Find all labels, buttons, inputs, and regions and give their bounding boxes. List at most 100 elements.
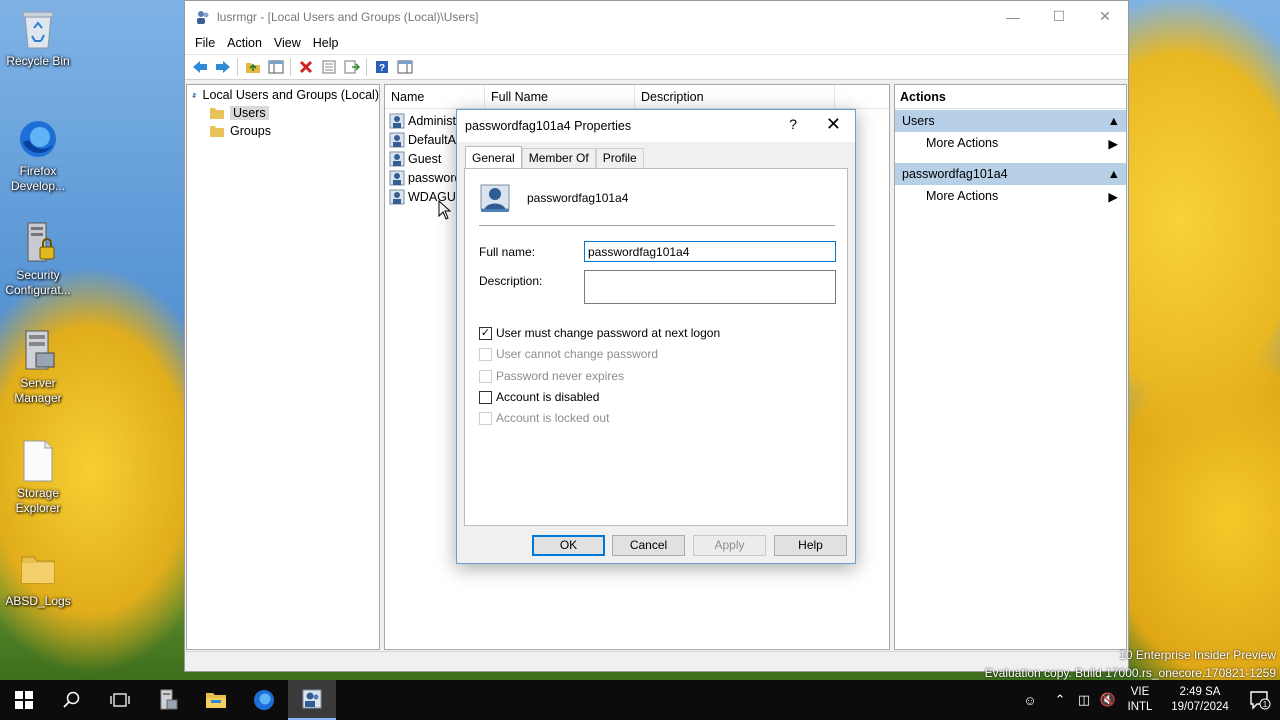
mouse-cursor-icon [438, 200, 452, 220]
collapse-up-icon[interactable]: ▲ [1108, 114, 1120, 128]
taskbar-server-manager[interactable] [144, 680, 192, 720]
tree-item-groups[interactable]: Groups [187, 122, 379, 140]
apply-button: Apply [693, 535, 766, 556]
must-change-password-checkbox[interactable]: ✓ User must change password at next logo… [479, 326, 720, 340]
checkbox-checked[interactable]: ✓ [479, 326, 492, 340]
show-hide-tree-icon[interactable] [264, 56, 287, 78]
submenu-arrow-icon: ▶ [1108, 189, 1118, 204]
task-view-button[interactable] [96, 680, 144, 720]
context-help-button[interactable]: ? [789, 116, 797, 132]
tab-general[interactable]: General [465, 146, 522, 168]
cannot-change-password-checkbox: User cannot change password [479, 347, 658, 361]
forward-arrow-icon[interactable] [211, 56, 234, 78]
account-disabled-checkbox[interactable]: Account is disabled [479, 390, 599, 404]
firefox-icon [254, 690, 274, 710]
action-more-actions[interactable]: More Actions ▶ [895, 132, 1126, 154]
actions-section-users[interactable]: Users ▲ [895, 110, 1126, 132]
show-hidden-icons-chevron-icon[interactable]: ⌃ [1048, 692, 1072, 708]
help-icon[interactable]: ? [370, 56, 393, 78]
users-app-icon [197, 10, 209, 24]
ok-button[interactable]: OK [532, 535, 605, 556]
tab-profile[interactable]: Profile [595, 148, 644, 168]
input-language[interactable]: VIE INTL [1120, 685, 1160, 715]
action-center-button[interactable]: 1 [1240, 680, 1280, 720]
window-title: lusrmgr - [Local Users and Groups (Local… [217, 9, 479, 24]
taskbar-firefox[interactable] [240, 680, 288, 720]
dialog-tabs: General Member Of Profile [465, 146, 644, 168]
people-icon[interactable]: ☺ [1018, 693, 1042, 708]
network-icon[interactable]: ◫ [1072, 692, 1096, 708]
tree-item-users[interactable]: Users [187, 104, 379, 122]
show-hide-action-pane-icon[interactable] [393, 56, 416, 78]
minimize-button[interactable]: — [990, 1, 1036, 32]
action-item-label: More Actions [926, 136, 999, 150]
column-description[interactable]: Description [635, 84, 835, 109]
password-never-expires-checkbox: Password never expires [479, 369, 624, 383]
desktop-icon-security-config[interactable]: Security Configurat... [0, 222, 76, 298]
back-arrow-icon[interactable] [188, 56, 211, 78]
menu-action[interactable]: Action [221, 36, 268, 50]
close-button[interactable]: ✕ [1082, 1, 1128, 32]
export-list-icon[interactable] [340, 56, 363, 78]
taskbar-lusrmgr[interactable] [288, 680, 336, 720]
checkbox-label: User cannot change password [496, 347, 659, 361]
clock[interactable]: 2:49 SA 19/07/2024 [1160, 685, 1240, 715]
user-icon [389, 189, 405, 204]
file-explorer-icon [206, 693, 226, 708]
start-button[interactable] [0, 680, 48, 720]
description-input[interactable] [584, 270, 836, 304]
maximize-button[interactable]: ☐ [1036, 1, 1082, 32]
notification-count: 1 [1263, 700, 1268, 709]
tree-item-root[interactable]: Local Users and Groups (Local) [187, 86, 379, 104]
volume-muted-icon[interactable]: 🔇 [1096, 692, 1120, 708]
action-item-label: More Actions [926, 189, 999, 203]
list-item-name: DefaultAc [408, 132, 463, 147]
menu-file[interactable]: File [189, 36, 221, 50]
actions-title: Actions [895, 85, 1126, 109]
menu-help[interactable]: Help [307, 36, 345, 50]
actions-section-user[interactable]: passwordfag101a4 ▲ [895, 163, 1126, 185]
taskbar-file-explorer[interactable] [192, 680, 240, 720]
folder-icon [17, 548, 59, 590]
user-icon [389, 113, 405, 128]
column-name[interactable]: Name [385, 84, 485, 109]
dialog-close-button[interactable]: ✕ [826, 114, 841, 135]
desktop-icon-firefox[interactable]: Firefox Develop... [0, 118, 76, 194]
system-tray: ☺ ⌃ ◫ 🔇 VIE INTL 2:49 SA 19/07/2024 1 [1018, 680, 1280, 720]
action-more-actions[interactable]: More Actions ▶ [895, 185, 1126, 207]
desktop-icon-label: ABSD_Logs [5, 594, 71, 608]
user-icon [389, 151, 405, 166]
desktop-icon-server-manager[interactable]: Server Manager [0, 330, 76, 406]
users-app-icon [302, 689, 322, 709]
desktop-icon-absd-logs[interactable]: ABSD_Logs [0, 548, 76, 609]
window-titlebar[interactable]: lusrmgr - [Local Users and Groups (Local… [185, 1, 1128, 32]
checkbox-unchecked[interactable] [479, 390, 492, 404]
collapse-up-icon[interactable]: ▲ [1108, 167, 1120, 181]
toolbar-separator [290, 58, 291, 76]
tree-item-label: Users [230, 106, 269, 120]
column-full-name[interactable]: Full Name [485, 84, 635, 109]
search-button[interactable] [48, 680, 96, 720]
desktop-icon-storage-explorer[interactable]: Storage Explorer [0, 440, 76, 516]
actions-section-label: passwordfag101a4 [902, 167, 1008, 181]
task-view-icon [110, 693, 130, 707]
submenu-arrow-icon: ▶ [1108, 136, 1118, 151]
desktop-icon-recycle-bin[interactable]: Recycle Bin [0, 8, 76, 69]
actions-section-label: Users [902, 114, 935, 128]
checkbox-unchecked [479, 347, 492, 361]
help-button[interactable]: Help [774, 535, 847, 556]
menu-view[interactable]: View [268, 36, 307, 50]
full-name-input[interactable]: passwordfag101a4 [584, 241, 836, 262]
up-folder-icon[interactable] [241, 56, 264, 78]
checkbox-label: Account is disabled [496, 390, 600, 404]
cancel-button[interactable]: Cancel [612, 535, 685, 556]
windows-logo-icon [15, 691, 33, 709]
delete-icon[interactable] [294, 56, 317, 78]
tab-member-of[interactable]: Member Of [521, 148, 596, 168]
divider [479, 225, 835, 226]
properties-icon[interactable] [317, 56, 340, 78]
console-tree: Local Users and Groups (Local) Users Gro… [186, 84, 380, 650]
watermark-edition: 10 Enterprise Insider Preview [1119, 648, 1276, 662]
dialog-titlebar[interactable]: passwordfag101a4 Properties ? ✕ [457, 110, 855, 142]
user-icon [389, 170, 405, 185]
